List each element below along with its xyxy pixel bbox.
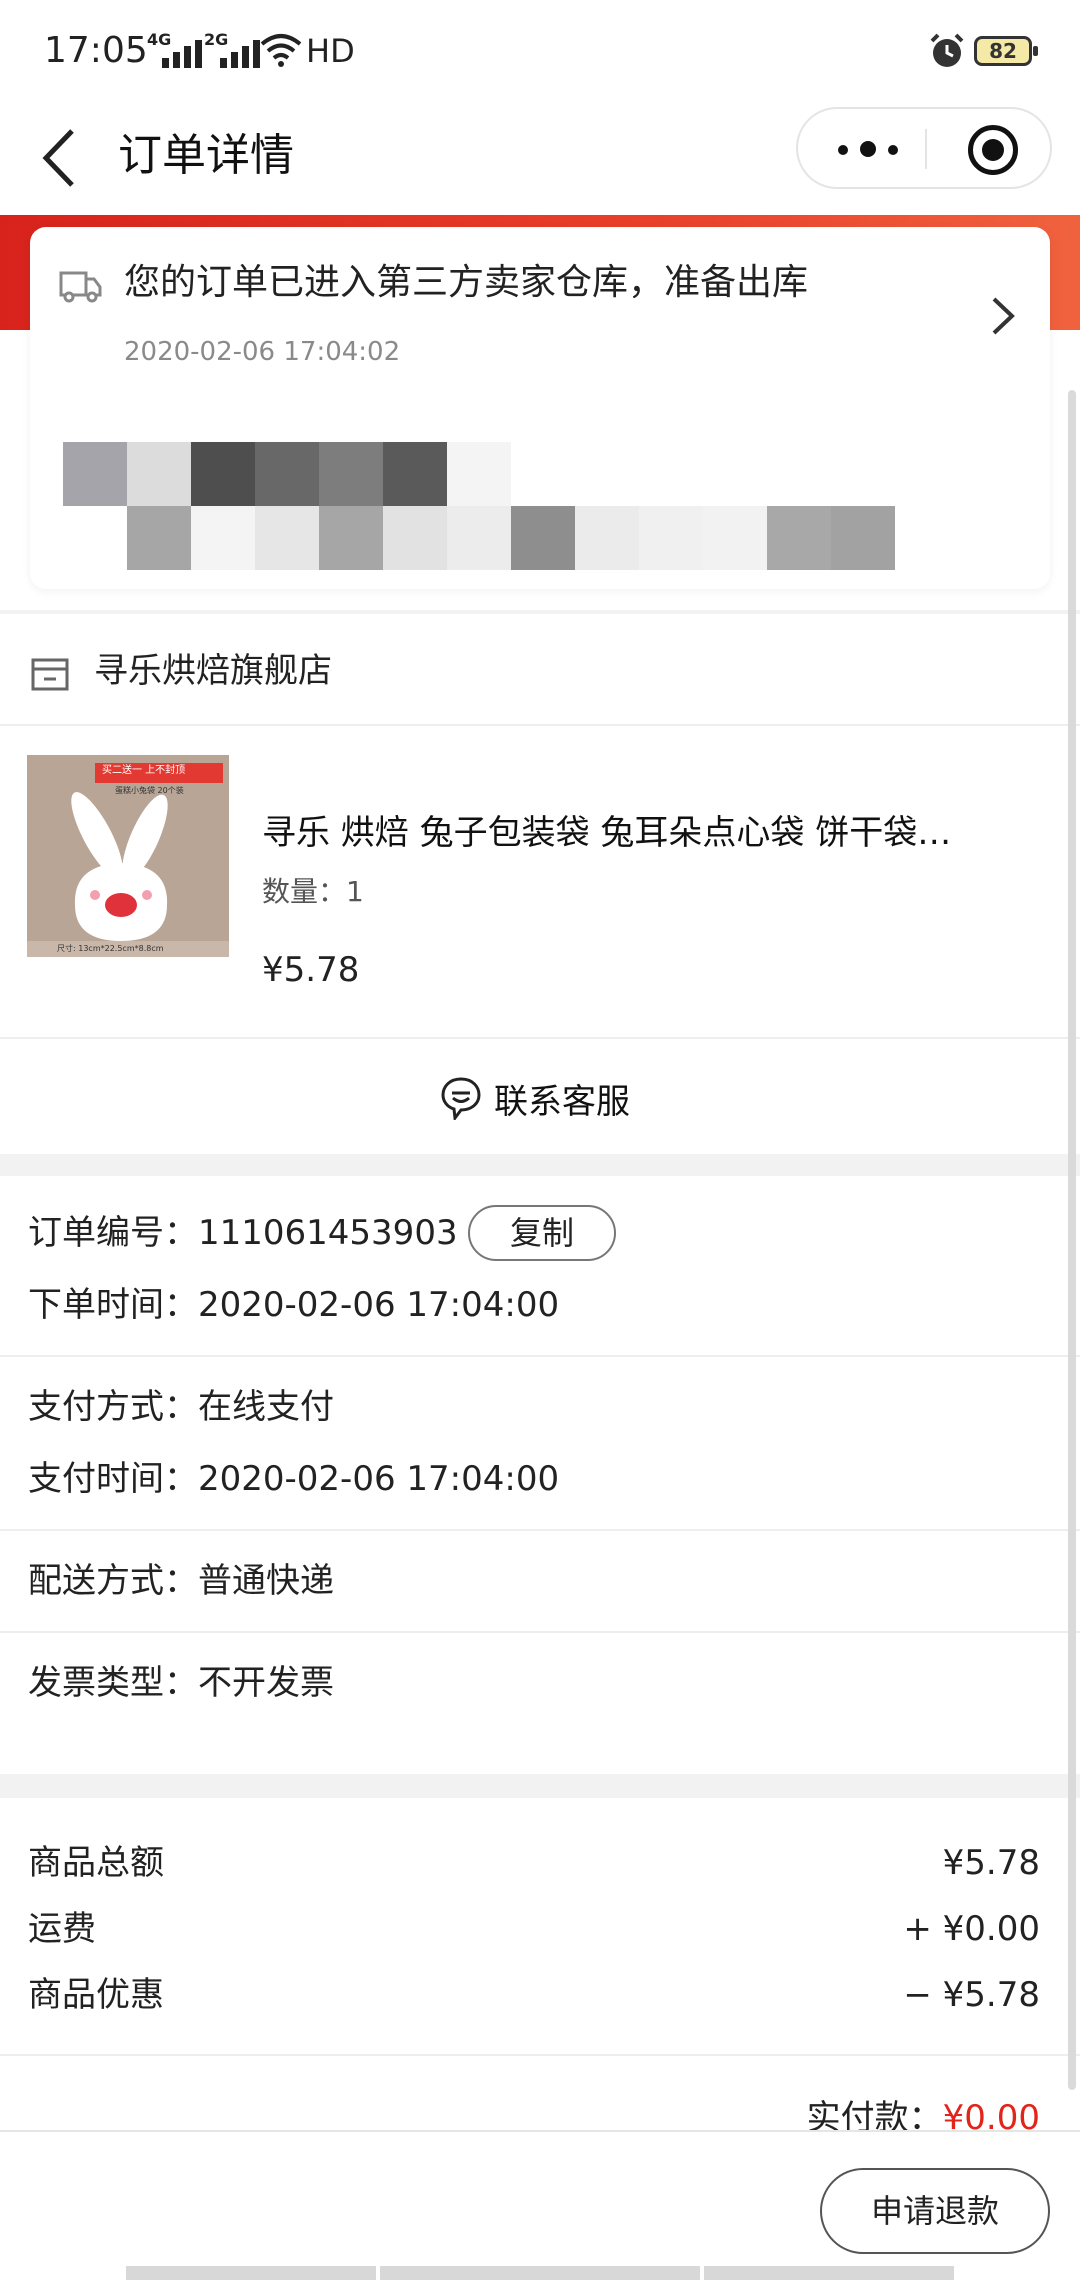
scrollbar[interactable] — [1068, 390, 1076, 2090]
order-time-value: 2020-02-06 17:04:00 — [198, 1285, 560, 1325]
goods-total-row: 商品总额 ¥5.78 — [28, 1838, 1040, 1888]
goods-total-value: ¥5.78 — [942, 1843, 1040, 1883]
logistics-status: 您的订单已进入第三方卖家仓库，准备出库 — [124, 262, 809, 303]
contact-service-button[interactable]: 联系客服 — [440, 1068, 630, 1128]
page-title: 订单详情 — [118, 130, 294, 181]
shipping-label: 运费 — [28, 1909, 96, 1949]
order-number-value: 111061453903 — [198, 1213, 458, 1253]
battery-icon: 82 — [974, 36, 1038, 66]
store-name[interactable]: 寻乐烘焙旗舰店 — [94, 646, 332, 696]
back-icon[interactable] — [40, 125, 80, 191]
pay-time-row: 支付时间：2020-02-06 17:04:00 — [28, 1454, 559, 1504]
nav-indicator — [380, 2266, 700, 2280]
logistics-time: 2020-02-06 17:04:02 — [124, 337, 401, 367]
discount-row: 商品优惠 − ¥5.78 — [28, 1970, 1040, 2020]
pay-method-row: 支付方式：在线支付 — [28, 1382, 334, 1432]
wifi-icon — [260, 34, 302, 67]
alarm-icon — [930, 33, 964, 67]
status-time: 17:05 — [44, 30, 148, 71]
store-icon — [31, 658, 69, 691]
shipping-row: 运费 + ¥0.00 — [28, 1904, 1040, 1954]
order-number-label: 订单编号： — [28, 1213, 198, 1253]
status-bar: 17:05 4G 2G HD 82 — [0, 0, 1080, 105]
nav-header: 订单详情 — [0, 105, 1080, 215]
product-price: ¥5.78 — [262, 950, 360, 990]
divider — [0, 2054, 1080, 2056]
divider — [0, 724, 1080, 726]
order-info-section: 订单编号：111061453903 下单时间：2020-02-06 17:04:… — [0, 1176, 1080, 1774]
divider — [0, 1631, 1080, 1633]
divider — [0, 1529, 1080, 1531]
divider — [0, 1037, 1080, 1039]
product-name[interactable]: 寻乐 烘焙 兔子包装袋 兔耳朵点心袋 饼干袋… — [262, 808, 951, 858]
contact-service-label: 联系客服 — [494, 1081, 630, 1122]
hd-indicator: HD — [306, 32, 355, 70]
close-mini-program-icon[interactable] — [968, 125, 1018, 175]
product-quantity: 数量：1 — [262, 875, 364, 908]
invoice-label: 发票类型： — [28, 1663, 198, 1703]
apply-refund-button[interactable]: 申请退款 — [820, 2168, 1050, 2254]
order-time-label: 下单时间： — [28, 1285, 198, 1325]
copy-order-number-button[interactable]: 复制 — [468, 1205, 616, 1261]
delivery-row: 配送方式：普通快递 — [28, 1556, 334, 1606]
mini-program-capsule — [796, 107, 1052, 189]
product-thumbnail[interactable]: 买二送一 上不封顶 蛋糕小兔袋 20个装 尺寸: 13cm*22.5cm*8.8… — [27, 755, 229, 957]
shipping-value: + ¥0.00 — [903, 1909, 1040, 1949]
pay-time-label: 支付时间： — [28, 1459, 198, 1499]
thumb-sub-text: 蛋糕小兔袋 20个装 — [115, 786, 184, 795]
delivery-label: 配送方式： — [28, 1561, 198, 1601]
order-time-row: 下单时间：2020-02-06 17:04:00 — [28, 1280, 559, 1330]
signal-icon — [162, 32, 202, 68]
discount-label: 商品优惠 — [28, 1975, 164, 2015]
delivery-value: 普通快递 — [198, 1561, 334, 1601]
divider — [0, 1355, 1080, 1357]
thumb-size-text: 尺寸: 13cm*22.5cm*8.8cm — [57, 944, 164, 953]
thumb-promo-text: 买二送一 上不封顶 — [102, 765, 186, 776]
goods-total-label: 商品总额 — [28, 1843, 164, 1883]
more-icon[interactable] — [834, 137, 904, 161]
capsule-divider — [925, 129, 927, 169]
discount-value: − ¥5.78 — [903, 1975, 1040, 2015]
nav-indicator — [126, 2266, 376, 2280]
pay-time-value: 2020-02-06 17:04:00 — [198, 1459, 560, 1499]
order-number-row: 订单编号：111061453903 — [28, 1208, 458, 1258]
truck-icon — [59, 271, 102, 303]
logistics-card[interactable]: 您的订单已进入第三方卖家仓库，准备出库 2020-02-06 17:04:02 — [30, 227, 1050, 589]
pay-method-label: 支付方式： — [28, 1387, 198, 1427]
chat-smile-icon — [441, 1077, 481, 1120]
pay-method-value: 在线支付 — [198, 1387, 334, 1427]
nav-indicator — [704, 2266, 954, 2280]
invoice-row: 发票类型：不开发票 — [28, 1658, 334, 1708]
signal-icon — [220, 32, 260, 68]
chevron-right-icon — [988, 293, 1018, 348]
invoice-value: 不开发票 — [198, 1663, 334, 1703]
